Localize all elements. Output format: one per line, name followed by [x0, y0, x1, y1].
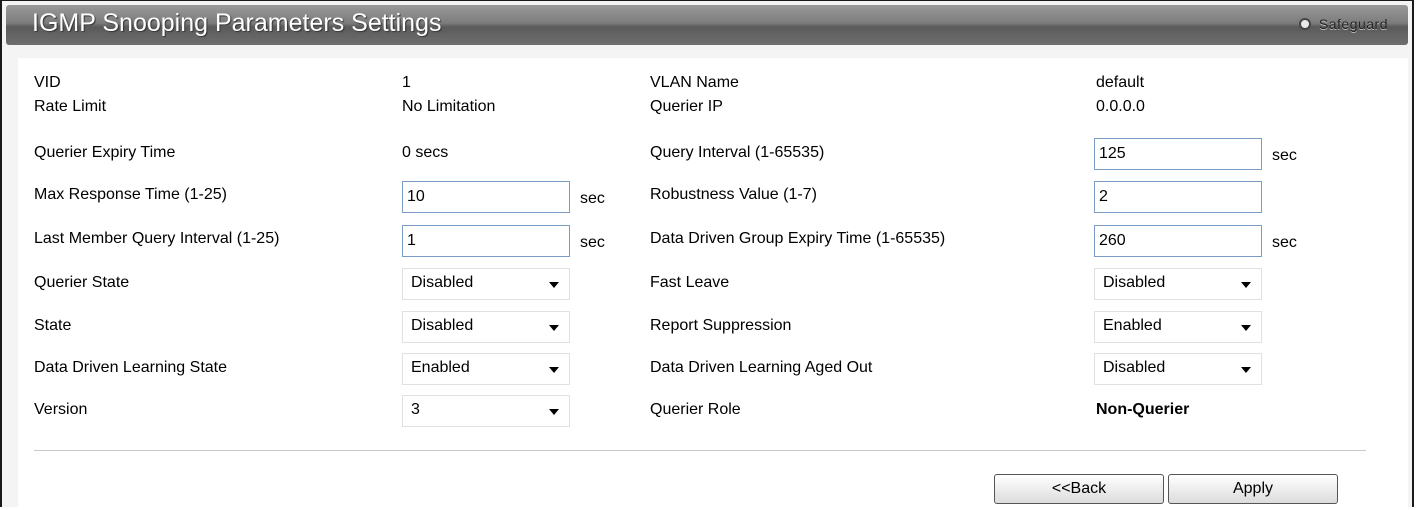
data-driven-group-expiry-time-input[interactable]: 260: [1094, 225, 1262, 257]
data-driven-learning-aged-out-label: Data Driven Learning Aged Out: [650, 359, 873, 376]
report-suppression-selected: Enabled: [1103, 317, 1162, 334]
page-title: IGMP Snooping Parameters Settings: [32, 9, 442, 37]
fast-leave-label: Fast Leave: [650, 274, 730, 291]
vid-label: VID: [34, 74, 61, 91]
safeguard-label: Safeguard: [1318, 16, 1388, 32]
back-button[interactable]: <<Back: [994, 474, 1164, 504]
querier-state-selected: Disabled: [411, 274, 474, 291]
data-driven-learning-aged-out-select[interactable]: Disabled: [1094, 353, 1262, 385]
data-driven-learning-state-selected: Enabled: [411, 359, 470, 376]
fast-leave-selected: Disabled: [1103, 274, 1166, 291]
chevron-down-icon: [549, 409, 559, 415]
querier-expiry-time-value: 0 secs: [402, 144, 449, 161]
last-member-query-interval-label: Last Member Query Interval (1-25): [34, 230, 280, 247]
safeguard-status-icon: [1298, 18, 1311, 30]
querier-state-select[interactable]: Disabled: [402, 268, 570, 300]
report-suppression-select[interactable]: Enabled: [1094, 311, 1262, 343]
vlan-name-value: default: [1096, 74, 1145, 91]
querier-ip-label: Querier IP: [650, 98, 723, 115]
max-response-time-label: Max Response Time (1-25): [34, 186, 227, 203]
fast-leave-select[interactable]: Disabled: [1094, 268, 1262, 300]
max-response-time-input[interactable]: 10: [402, 181, 570, 213]
version-label: Version: [34, 401, 88, 418]
rate-limit-label: Rate Limit: [34, 98, 107, 115]
querier-state-label: Querier State: [34, 274, 130, 291]
chevron-down-icon: [549, 325, 559, 331]
window-frame: IGMP Snooping Parameters Settings Safegu…: [0, 0, 1414, 510]
query-interval-unit: sec: [1272, 147, 1297, 164]
max-response-time-unit: sec: [580, 190, 605, 207]
data-driven-learning-state-select[interactable]: Enabled: [402, 353, 570, 385]
chevron-down-icon: [1241, 367, 1251, 373]
last-member-query-interval-unit: sec: [580, 234, 605, 251]
data-driven-group-expiry-time-label: Data Driven Group Expiry Time (1-65535): [650, 230, 946, 247]
report-suppression-label: Report Suppression: [650, 317, 792, 334]
version-select[interactable]: 3: [402, 395, 570, 427]
chevron-down-icon: [549, 282, 559, 288]
vlan-name-label: VLAN Name: [650, 74, 739, 91]
rate-limit-value: No Limitation: [402, 98, 496, 115]
chevron-down-icon: [549, 367, 559, 373]
querier-role-label: Querier Role: [650, 401, 741, 418]
data-driven-group-expiry-time-unit: sec: [1272, 234, 1297, 251]
query-interval-label: Query Interval (1-65535): [650, 144, 825, 161]
querier-role-value: Non-Querier: [1096, 401, 1190, 418]
query-interval-input[interactable]: 125: [1094, 138, 1262, 170]
version-selected: 3: [411, 401, 420, 418]
robustness-value-label: Robustness Value (1-7): [650, 186, 817, 203]
apply-button[interactable]: Apply: [1168, 474, 1338, 504]
chevron-down-icon: [1241, 282, 1251, 288]
divider: [34, 450, 1366, 451]
last-member-query-interval-input[interactable]: 1: [402, 225, 570, 257]
querier-expiry-time-label: Querier Expiry Time: [34, 144, 176, 161]
state-label: State: [34, 317, 72, 334]
vid-value: 1: [402, 74, 411, 91]
data-driven-learning-aged-out-selected: Disabled: [1103, 359, 1166, 376]
robustness-value-input[interactable]: 2: [1094, 181, 1262, 213]
state-select[interactable]: Disabled: [402, 311, 570, 343]
safeguard-indicator: Safeguard: [1298, 16, 1388, 32]
querier-ip-value: 0.0.0.0: [1096, 98, 1145, 115]
settings-panel: VID Rate Limit Querier Expiry Time Max R…: [18, 58, 1408, 510]
state-selected: Disabled: [411, 317, 474, 334]
data-driven-learning-state-label: Data Driven Learning State: [34, 359, 227, 376]
chevron-down-icon: [1241, 325, 1251, 331]
title-bar: IGMP Snooping Parameters Settings Safegu…: [6, 5, 1408, 45]
